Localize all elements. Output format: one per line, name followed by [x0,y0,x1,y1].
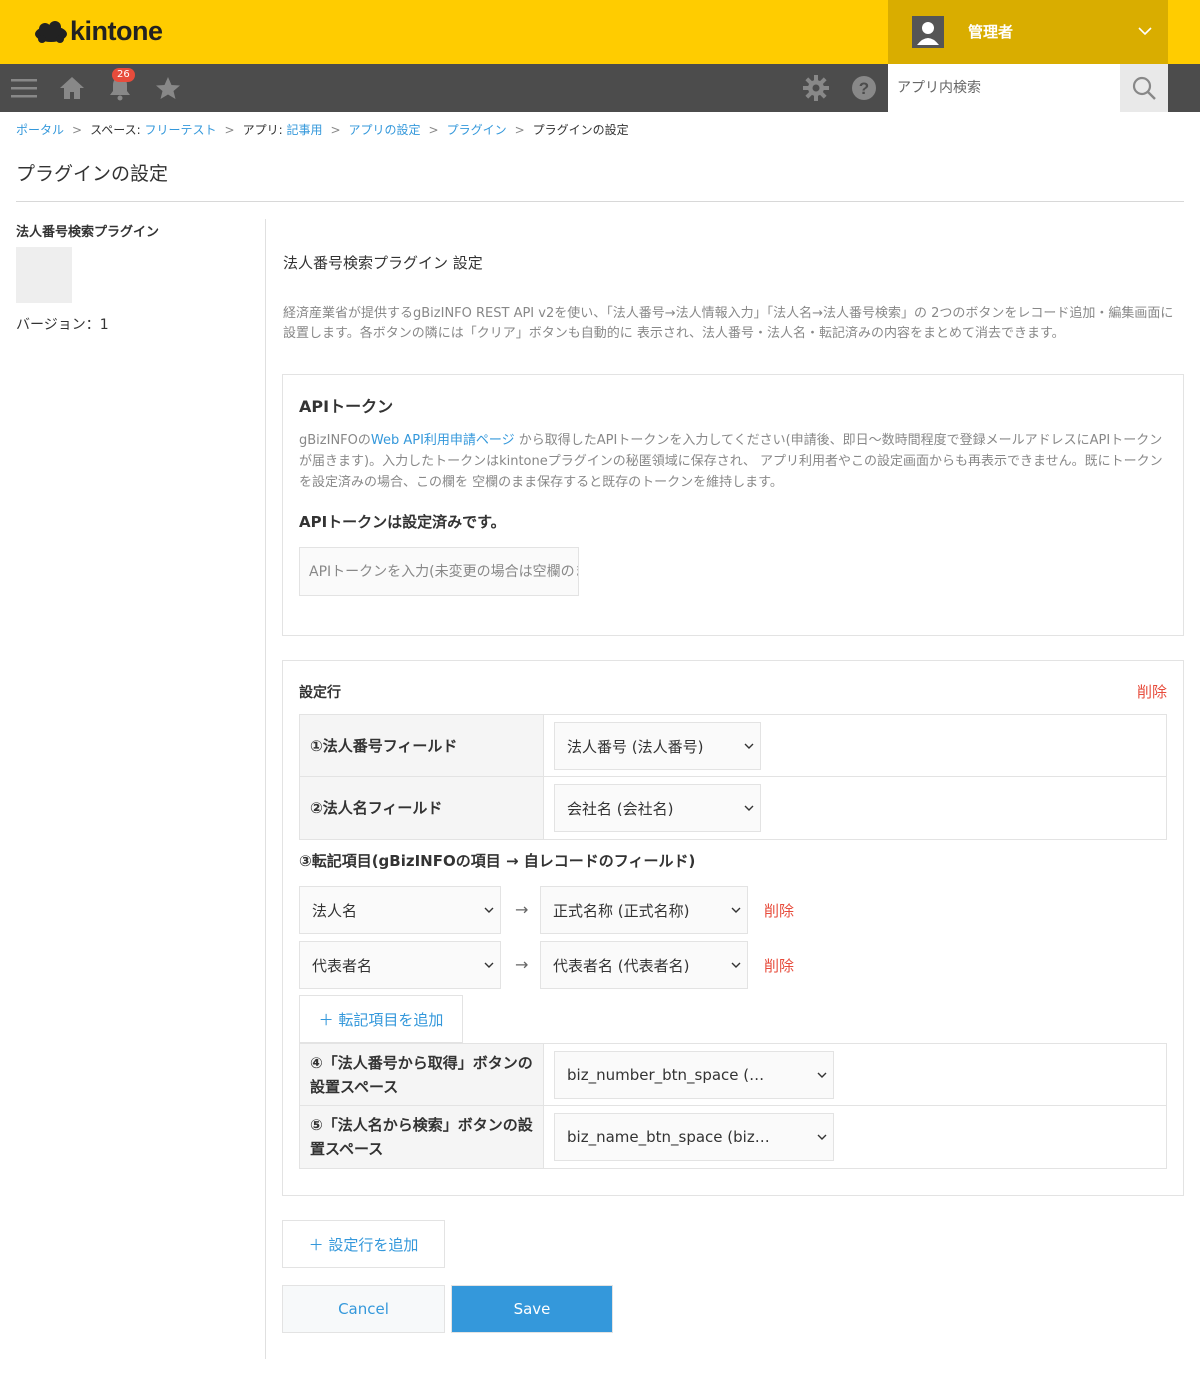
token-description: gBizINFOのWeb API利用申請ページ から取得したAPIトークンを入力… [299,430,1169,493]
number-field-cell: 法人番号 (法人番号) [544,715,1166,776]
number-btn-space-select[interactable]: biz_number_btn_space (… [554,1051,834,1099]
delete-config-row-button[interactable]: 削除 [1137,681,1167,702]
plugin-icon [16,247,72,303]
mapping-arrow: → [515,900,529,919]
breadcrumb-separator: > [428,123,439,137]
mapping-target-select[interactable]: 正式名称 (正式名称) [540,886,748,934]
add-mapping-button[interactable]: ＋ 転記項目を追加 [299,995,463,1043]
table-row: ⑤「法人名から検索」ボタンの設置スペース biz_name_btn_space … [300,1106,1166,1168]
home-icon[interactable] [58,64,86,112]
breadcrumb-space[interactable]: フリーテスト [145,123,217,137]
help-icon[interactable]: ? [850,64,878,112]
settings-description: 経済産業省が提供するgBizINFO REST API v2を使い、「法人番号→… [283,306,1174,341]
token-desc-before: gBizINFOの [299,433,371,448]
table-row: ④「法人番号から取得」ボタンの設置スペース biz_number_btn_spa… [300,1044,1166,1106]
mapping-source-value: 法人名 [312,901,358,920]
number-field-label: ①法人番号フィールド [300,715,544,776]
mapping-source-select[interactable]: 法人名 [299,886,501,934]
mapping-arrow: → [515,955,529,974]
mapping-title: ③転記項目(gBizINFOの項目 → 自レコードのフィールド) [299,852,696,870]
page-title: プラグインの設定 [16,163,169,185]
number-btn-space-value: biz_number_btn_space (… [567,1066,765,1084]
name-field-select[interactable]: 会社名 (会社名) [554,784,761,832]
menu-icon[interactable] [10,64,38,112]
favorites-star-icon[interactable] [154,64,182,112]
breadcrumb-space-prefix: スペース: [90,123,145,137]
number-field-value: 法人番号 (法人番号) [567,737,704,756]
mapping-source-value: 代表者名 [312,956,373,975]
name-btn-space-value: biz_name_btn_space (biz… [567,1128,770,1146]
app-search-input[interactable] [888,64,1120,112]
api-application-link[interactable]: Web API利用申請ページ [371,433,515,448]
breadcrumb-app-prefix: アプリ: [242,123,287,137]
chevron-down-icon [731,907,741,913]
divider [16,201,1184,202]
breadcrumb-app-settings[interactable]: アプリの設定 [349,123,421,137]
table-row: ①法人番号フィールド 法人番号 (法人番号) [300,715,1166,777]
field-table-top: ①法人番号フィールド 法人番号 (法人番号) ②法人名フィールド 会社名 (会社… [299,714,1167,840]
breadcrumb-separator: > [72,123,83,137]
breadcrumb-plugins[interactable]: プラグイン [447,123,507,137]
notification-badge: 26 [112,68,135,82]
chevron-down-icon [817,1072,827,1078]
table-row: ②法人名フィールド 会社名 (会社名) [300,777,1166,839]
name-field-cell: 会社名 (会社名) [544,777,1166,839]
chevron-down-icon [484,907,494,913]
breadcrumb-separator: > [330,123,341,137]
chevron-down-icon [484,962,494,968]
api-token-input[interactable] [299,547,579,596]
chevron-down-icon [817,1134,827,1140]
breadcrumb: ポータル > スペース: フリーテスト > アプリ: 記事用 > アプリの設定 > プラグイン >… [16,121,629,138]
config-row-card: 設定行 削除 ①法人番号フィールド 法人番号 (法人番号) ②法人名フィールド … [282,660,1184,1196]
settings-title: 法人番号検索プラグイン 設定 [283,254,483,272]
cancel-button[interactable]: Cancel [282,1285,445,1333]
mapping-source-select[interactable]: 代表者名 [299,941,501,989]
search-icon [1132,76,1156,100]
number-btn-space-cell: biz_number_btn_space (… [544,1044,1166,1105]
mapping-target-select[interactable]: 代表者名 (代表者名) [540,941,748,989]
field-table-bottom: ④「法人番号から取得」ボタンの設置スペース biz_number_btn_spa… [299,1043,1167,1169]
chevron-down-icon [1138,27,1152,36]
add-config-row-button[interactable]: ＋ 設定行を追加 [282,1220,445,1268]
breadcrumb-separator: > [224,123,235,137]
number-btn-space-label: ④「法人番号から取得」ボタンの設置スペース [300,1044,544,1105]
mapping-target-value: 代表者名 (代表者名) [553,956,690,975]
name-btn-space-select[interactable]: biz_name_btn_space (biz… [554,1113,834,1161]
user-avatar-icon [912,16,944,48]
config-row-title: 設定行 [299,685,341,701]
user-menu[interactable]: 管理者 [888,0,1168,64]
svg-text:?: ? [859,79,869,98]
number-field-select[interactable]: 法人番号 (法人番号) [554,722,761,770]
breadcrumb-current: プラグインの設定 [532,123,629,137]
kintone-logo[interactable]: kintone [34,16,163,47]
token-title: APIトークン [299,397,394,416]
name-field-label: ②法人名フィールド [300,777,544,839]
name-field-value: 会社名 (会社名) [567,799,674,818]
name-btn-space-label: ⑤「法人名から検索」ボタンの設置スペース [300,1106,544,1168]
search-button[interactable] [1120,64,1168,112]
settings-gear-icon[interactable] [802,64,830,112]
cloud-logo-icon [35,20,67,43]
name-btn-space-cell: biz_name_btn_space (biz… [544,1106,1166,1168]
breadcrumb-portal[interactable]: ポータル [16,123,64,137]
plugin-version: バージョン：1 [16,317,109,333]
token-status: APIトークンは設定済みです。 [299,513,506,531]
logo-text: kintone [70,16,163,46]
chevron-down-icon [731,962,741,968]
save-button[interactable]: Save [451,1285,613,1333]
breadcrumb-separator: > [514,123,525,137]
api-token-card: APIトークン gBizINFOのWeb API利用申請ページ から取得したAP… [282,374,1184,636]
breadcrumb-app[interactable]: 記事用 [286,123,322,137]
vertical-divider [265,219,266,1359]
top-header: kintone 管理者 [0,0,1200,64]
chevron-down-icon [744,743,754,749]
chevron-down-icon [744,805,754,811]
user-name: 管理者 [968,23,1014,41]
mapping-target-value: 正式名称 (正式名称) [553,901,690,920]
delete-mapping-button[interactable]: 削除 [764,900,794,921]
plugin-name: 法人番号検索プラグイン [16,225,160,240]
delete-mapping-button[interactable]: 削除 [764,955,794,976]
